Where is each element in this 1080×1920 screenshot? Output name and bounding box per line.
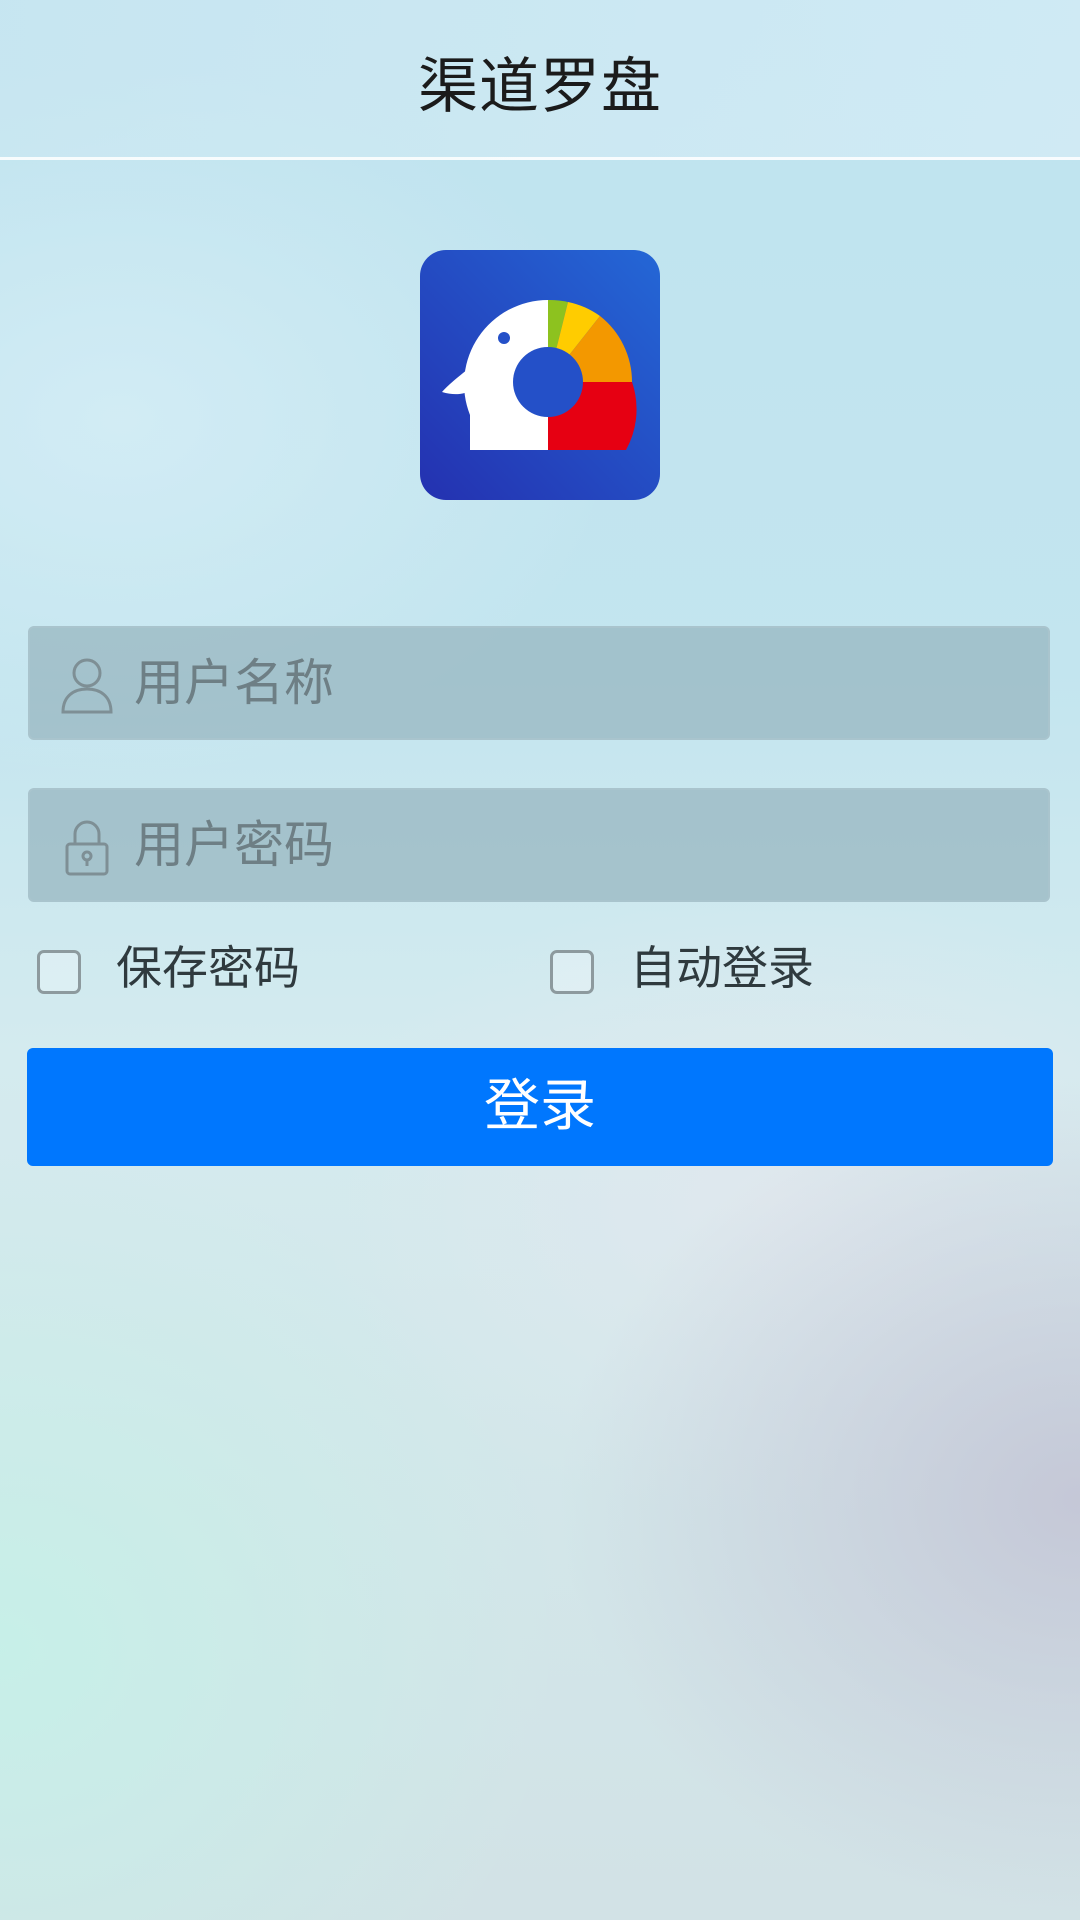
title-bar: 渠道罗盘 — [0, 0, 1080, 160]
password-field[interactable] — [28, 788, 1050, 902]
lock-icon — [65, 820, 109, 876]
elephant-logo-icon — [420, 250, 660, 500]
page-title: 渠道罗盘 — [418, 52, 662, 122]
app-logo — [420, 250, 660, 500]
save-password-label[interactable]: 保存密码 — [116, 938, 300, 998]
login-button[interactable]: 登录 — [27, 1048, 1053, 1166]
login-options: 保存密码 自动登录 — [0, 938, 1080, 1002]
auto-login-checkbox[interactable] — [550, 950, 594, 994]
user-icon — [61, 658, 113, 714]
username-field[interactable] — [28, 626, 1050, 740]
username-input[interactable] — [134, 628, 1014, 738]
save-password-checkbox[interactable] — [37, 950, 81, 994]
password-input[interactable] — [134, 790, 1014, 900]
auto-login-label[interactable]: 自动登录 — [630, 938, 814, 998]
